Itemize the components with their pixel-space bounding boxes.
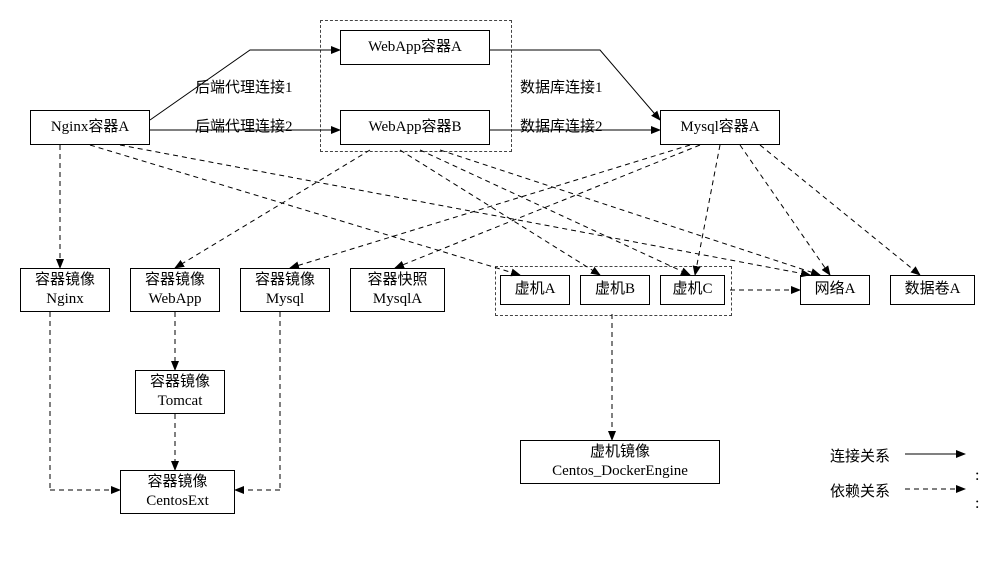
label-vmC: 虚机C: [672, 280, 712, 300]
node-vmC: 虚机C: [660, 275, 725, 305]
svg-text::: :: [975, 467, 979, 484]
label-snapMysqlA: 容器快照 MysqlA: [367, 271, 427, 310]
svg-text::: :: [975, 495, 979, 512]
label-nginxA: Nginx容器A: [51, 118, 129, 138]
label-webappA: WebApp容器A: [368, 38, 462, 58]
edge-db1: 数据库连接1: [520, 76, 603, 97]
node-imgMysql: 容器镜像 Mysql: [240, 268, 330, 312]
label-netA: 网络A: [815, 280, 856, 300]
label-imgMysql: 容器镜像 Mysql: [255, 271, 315, 310]
label-imgTomcat: 容器镜像 Tomcat: [150, 373, 210, 412]
node-vmB: 虚机B: [580, 275, 650, 305]
edge-proxy1: 后端代理连接1: [195, 76, 293, 97]
node-volA: 数据卷A: [890, 275, 975, 305]
label-imgWebApp: 容器镜像 WebApp: [145, 271, 205, 310]
label-vmB: 虚机B: [595, 280, 635, 300]
label-mysqlA: Mysql容器A: [680, 118, 759, 138]
node-imgCentosExt: 容器镜像 CentosExt: [120, 470, 235, 514]
label-imgNginx: 容器镜像 Nginx: [35, 271, 95, 310]
node-imgWebApp: 容器镜像 WebApp: [130, 268, 220, 312]
edge-proxy2: 后端代理连接2: [195, 115, 293, 136]
node-vmImg: 虚机镜像 Centos_DockerEngine: [520, 440, 720, 484]
node-netA: 网络A: [800, 275, 870, 305]
label-volA: 数据卷A: [905, 280, 961, 300]
label-vmImg: 虚机镜像 Centos_DockerEngine: [552, 443, 688, 482]
edge-db2: 数据库连接2: [520, 115, 603, 136]
node-webappB: WebApp容器B: [340, 110, 490, 145]
label-vmA: 虚机A: [515, 280, 556, 300]
label-imgCentosExt: 容器镜像 CentosExt: [146, 473, 209, 512]
label-webappB: WebApp容器B: [369, 118, 462, 138]
node-imgNginx: 容器镜像 Nginx: [20, 268, 110, 312]
node-vmA: 虚机A: [500, 275, 570, 305]
node-mysqlA: Mysql容器A: [660, 110, 780, 145]
node-imgTomcat: 容器镜像 Tomcat: [135, 370, 225, 414]
legend-dep: 依赖关系: [830, 480, 890, 501]
node-webappA: WebApp容器A: [340, 30, 490, 65]
node-nginxA: Nginx容器A: [30, 110, 150, 145]
legend-conn: 连接关系: [830, 445, 890, 466]
node-snapMysqlA: 容器快照 MysqlA: [350, 268, 445, 312]
